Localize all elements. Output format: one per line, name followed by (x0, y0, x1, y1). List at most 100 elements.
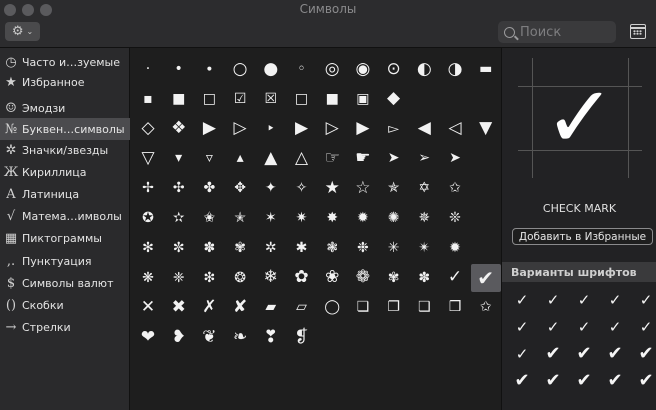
symbol-cell[interactable]: ❄ (256, 264, 286, 292)
symbol-cell[interactable]: ✡ (409, 174, 439, 202)
symbol-cell[interactable]: ❧ (225, 323, 255, 351)
symbol-cell[interactable]: ✶ (256, 204, 286, 232)
symbol-cell[interactable]: ✩ (440, 174, 470, 202)
symbol-cell[interactable]: ➤ (440, 144, 470, 172)
symbol-cell[interactable]: ✘ (225, 293, 255, 321)
symbol-cell[interactable]: ◑ (440, 55, 470, 83)
symbol-cell[interactable]: ▾ (164, 144, 194, 172)
font-variant-cell[interactable]: ✓ (600, 287, 630, 313)
symbol-cell[interactable]: ✳ (379, 234, 409, 262)
symbol-cell[interactable]: ◆ (379, 85, 409, 113)
sidebar-item[interactable]: № Буквен…символы (0, 118, 130, 140)
symbol-cell[interactable]: ➢ (409, 144, 439, 172)
symbol-cell[interactable]: ✤ (194, 174, 224, 202)
symbol-cell[interactable]: ✿ (287, 264, 317, 292)
symbol-cell[interactable]: ✧ (287, 174, 317, 202)
symbol-cell[interactable]: ■ (317, 85, 347, 113)
symbol-cell[interactable]: ❀ (317, 264, 347, 292)
symbol-cell[interactable]: ▲ (256, 144, 286, 172)
symbol-cell[interactable]: ✱ (287, 234, 317, 262)
font-variant-cell[interactable]: ✓ (569, 314, 599, 340)
symbol-cell[interactable]: ▶ (194, 115, 224, 143)
symbol-cell[interactable]: ❈ (164, 264, 194, 292)
symbol-cell[interactable]: ☞ (317, 144, 347, 172)
symbol-cell[interactable]: ✹ (348, 204, 378, 232)
symbol-cell[interactable]: ❂ (225, 264, 255, 292)
symbol-cell[interactable]: ☑ (225, 85, 255, 113)
symbol-cell[interactable]: ✓ (440, 264, 470, 292)
symbol-cell[interactable]: ▼ (471, 115, 501, 143)
symbol-cell[interactable]: ▱ (287, 293, 317, 321)
symbol-cell[interactable]: ▷ (317, 115, 347, 143)
sidebar-item[interactable]: ◷ Часто и…зуемые (0, 51, 130, 73)
sidebar-item[interactable]: ★ Избранное (0, 71, 130, 93)
symbol-cell[interactable]: ✴ (409, 234, 439, 262)
add-to-favorites-button[interactable]: Добавить в Избранные (512, 228, 653, 245)
font-variant-cell[interactable]: ✓ (631, 287, 656, 313)
font-variant-cell[interactable]: ✔ (538, 368, 568, 394)
symbol-cell[interactable]: ◀ (409, 115, 439, 143)
font-variant-cell[interactable]: ✔ (600, 368, 630, 394)
symbol-cell[interactable]: ∙ (194, 55, 224, 83)
symbol-cell[interactable]: ▴ (225, 144, 255, 172)
symbol-cell[interactable]: ▶ (287, 115, 317, 143)
sidebar-item[interactable]: ☺ Эмодзи (0, 97, 130, 119)
symbol-cell[interactable]: ❉ (348, 234, 378, 262)
symbol-cell[interactable]: ◁ (440, 115, 470, 143)
sidebar-item[interactable]: ▦ Пиктограммы (0, 227, 130, 249)
sidebar-item[interactable]: A Латиница (0, 183, 130, 205)
symbol-cell[interactable]: ◉ (348, 55, 378, 83)
symbol-cell[interactable]: ✖ (164, 293, 194, 321)
font-variant-cell[interactable]: ✓ (631, 314, 656, 340)
symbol-cell[interactable]: ☛ (348, 144, 378, 172)
symbol-cell[interactable]: ● (256, 55, 286, 83)
symbol-cell[interactable]: ❣ (256, 323, 286, 351)
symbol-cell[interactable]: ❏ (348, 293, 378, 321)
font-variant-cell[interactable]: ✓ (538, 314, 568, 340)
sidebar-item[interactable]: $ Символы валют (0, 272, 130, 294)
symbol-cell[interactable]: ☆ (348, 174, 378, 202)
symbol-cell[interactable]: ✩ (471, 293, 501, 321)
font-variant-cell[interactable]: ✔ (569, 368, 599, 394)
symbol-cell[interactable]: ⊙ (379, 55, 409, 83)
symbol-cell[interactable]: ✾ (225, 234, 255, 262)
font-variant-cell[interactable]: ✓ (538, 287, 568, 313)
font-variant-cell[interactable]: ✔ (631, 368, 656, 394)
symbol-cell[interactable]: ✕ (133, 293, 163, 321)
symbol-cell[interactable]: ▿ (194, 144, 224, 172)
symbol-cell[interactable]: ▷ (225, 115, 255, 143)
symbol-cell[interactable]: ✹ (440, 234, 470, 262)
symbol-cell[interactable]: ❑ (409, 293, 439, 321)
sidebar-item[interactable]: √ Матема…имволы (0, 205, 130, 227)
symbol-cell[interactable]: ☒ (256, 85, 286, 113)
symbol-cell[interactable]: ▶ (348, 115, 378, 143)
symbol-cell[interactable]: ❤ (133, 323, 163, 351)
symbol-cell[interactable]: ✭ (225, 204, 255, 232)
font-variant-cell[interactable]: ✓ (507, 341, 537, 367)
symbol-cell[interactable]: ✼ (164, 234, 194, 262)
symbol-cell[interactable]: ❒ (440, 293, 470, 321)
symbol-cell[interactable]: ◇ (133, 115, 163, 143)
character-palette-icon[interactable] (630, 24, 646, 39)
symbol-cell[interactable]: ✺ (379, 204, 409, 232)
symbol-cell[interactable]: ❥ (164, 323, 194, 351)
symbol-cell[interactable]: ✽ (409, 264, 439, 292)
font-variant-cell[interactable]: ✔ (538, 341, 568, 367)
symbol-cell[interactable]: ▰ (256, 293, 286, 321)
symbol-cell[interactable]: ✲ (256, 234, 286, 262)
symbol-cell[interactable]: ▽ (133, 144, 163, 172)
search-field[interactable] (498, 21, 616, 43)
symbol-cell[interactable]: ■ (164, 85, 194, 113)
symbol-cell[interactable]: • (164, 55, 194, 83)
sidebar-item[interactable]: Ж Кириллица (0, 161, 130, 183)
action-menu-button[interactable]: ⚙ ⌄ (5, 22, 40, 41)
symbol-cell[interactable]: ○ (225, 55, 255, 83)
symbol-cell[interactable]: · (133, 55, 163, 83)
symbol-cell[interactable]: ✫ (164, 204, 194, 232)
symbol-cell[interactable]: ✬ (194, 204, 224, 232)
symbol-cell[interactable]: ❊ (440, 204, 470, 232)
font-variant-cell[interactable]: ✓ (600, 314, 630, 340)
symbol-cell[interactable]: ❖ (164, 115, 194, 143)
symbol-cell[interactable]: □ (194, 85, 224, 113)
symbol-cell[interactable]: ➤ (379, 144, 409, 172)
